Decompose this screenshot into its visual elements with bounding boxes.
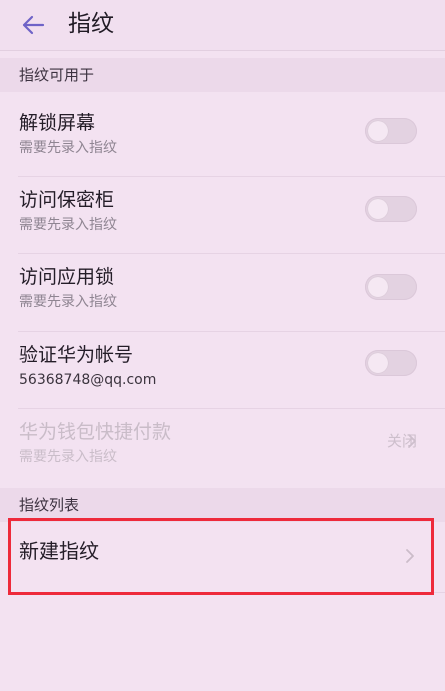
row-title: 验证华为帐号 [19, 344, 134, 366]
toggle-knob [368, 121, 388, 141]
row-title: 访问保密柜 [19, 189, 115, 211]
header-divider [0, 50, 445, 51]
row-subtitle: 需要先录入指纹 [19, 140, 117, 156]
highlight-box [8, 518, 434, 595]
row-subtitle: 需要先录入指纹 [19, 217, 117, 233]
huawei-account-toggle[interactable] [365, 350, 417, 376]
safe-box-toggle[interactable] [365, 196, 417, 222]
toggle-knob [368, 277, 388, 297]
row-subtitle-account-email: 56368748@qq.com [19, 372, 157, 388]
row-title: 华为钱包快捷付款 [19, 421, 172, 443]
setting-row-huawei-account[interactable]: 验证华为帐号 56368748@qq.com [0, 332, 445, 408]
row-title: 访问应用锁 [19, 266, 115, 288]
app-lock-toggle[interactable] [365, 274, 417, 300]
toggle-knob [368, 353, 388, 373]
chevron-right-icon [408, 434, 416, 448]
section-label-list: 指纹列表 [19, 496, 80, 514]
arrow-left-icon [22, 15, 45, 35]
setting-row-safe-box[interactable]: 访问保密柜 需要先录入指纹 [0, 177, 445, 253]
toggle-knob [368, 199, 388, 219]
row-subtitle: 需要先录入指纹 [19, 449, 117, 465]
section-header-list: 指纹列表 [0, 488, 445, 522]
unlock-screen-toggle[interactable] [365, 118, 417, 144]
row-subtitle: 需要先录入指纹 [19, 294, 117, 310]
app-header: 指纹 [0, 0, 445, 50]
row-title: 解锁屏幕 [19, 112, 96, 134]
setting-row-app-lock[interactable]: 访问应用锁 需要先录入指纹 [0, 254, 445, 330]
section-label-usage: 指纹可用于 [19, 66, 95, 84]
setting-row-unlock-screen[interactable]: 解锁屏幕 需要先录入指纹 [0, 100, 445, 176]
section-header-usage: 指纹可用于 [0, 58, 445, 92]
page-title: 指纹 [68, 11, 114, 37]
setting-row-wallet-payment: 华为钱包快捷付款 需要先录入指纹 关闭 [0, 409, 445, 485]
back-button[interactable] [18, 10, 48, 40]
